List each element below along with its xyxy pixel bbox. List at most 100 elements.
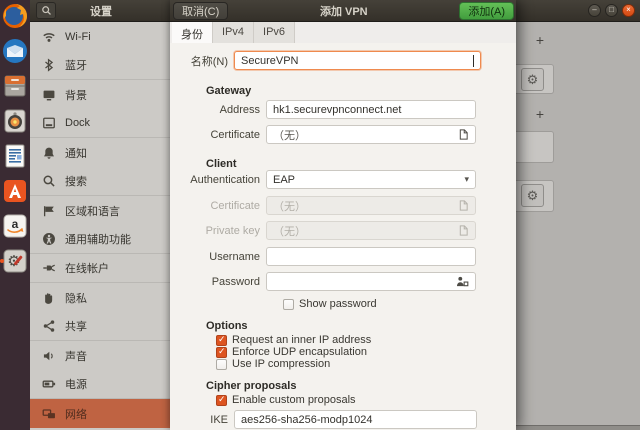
sidebar-item-bluetooth[interactable]: 蓝牙 bbox=[30, 51, 170, 80]
text-cursor bbox=[473, 54, 474, 67]
tab-identity[interactable]: 身份 bbox=[172, 22, 213, 43]
settings-headerbar-right: – □ × bbox=[516, 0, 640, 22]
network-panel-background: + ⚙ + ⚙ bbox=[516, 22, 640, 430]
dock: a ⚙ bbox=[0, 0, 30, 430]
network-row: ⚙ bbox=[516, 64, 554, 94]
checkbox-use-ip-compression[interactable]: Use IP compression bbox=[216, 358, 516, 370]
sidebar-item-dock[interactable]: Dock bbox=[30, 109, 170, 138]
sidebar-item-region-language[interactable]: 区域和语言 bbox=[30, 196, 170, 225]
sidebar-item-sharing[interactable]: 共享 bbox=[30, 312, 170, 341]
private-key-label: Private key bbox=[205, 224, 260, 237]
ike-input[interactable]: aes256-sha256-modp1024 bbox=[234, 410, 477, 429]
password-storage-icon[interactable] bbox=[456, 276, 469, 287]
sidebar-list: Wi-Fi 蓝牙 背景 Dock 通知 搜索 区域和语言 通用辅助功能 在线帐户 隐私 共享 声音 电源… bbox=[30, 22, 170, 430]
checkbox-box[interactable] bbox=[216, 358, 227, 370]
vpn-settings-button[interactable]: ⚙ bbox=[521, 68, 544, 91]
dock-firefox-icon[interactable] bbox=[1, 2, 29, 30]
minimize-button[interactable]: – bbox=[588, 4, 601, 17]
enable-custom-proposals-checkbox[interactable]: Enable custom proposals bbox=[216, 394, 516, 406]
vpn-form: 名称(N) SecureVPN Gateway Address hk1.secu… bbox=[170, 43, 516, 430]
network-row bbox=[516, 131, 554, 163]
add-vpn-dialog: 取消(C) 添加 VPN 添加(A) 身份 IPv4 IPv6 名称(N) Secu… bbox=[170, 0, 516, 430]
options-checkbox-list: Request an inner IP addressEnforce UDP e… bbox=[216, 334, 516, 370]
sidebar-item-background[interactable]: 背景 bbox=[30, 80, 170, 109]
sidebar-item-universal-access[interactable]: 通用辅助功能 bbox=[30, 225, 170, 254]
sidebar-item-online-accounts[interactable]: 在线帐户 bbox=[30, 254, 170, 283]
network-icon bbox=[42, 407, 56, 421]
dock-amazon-icon[interactable]: a bbox=[1, 212, 29, 240]
gateway-certificate-label: Certificate bbox=[210, 128, 260, 141]
settings-sidebar: 设置 Wi-Fi 蓝牙 背景 Dock 通知 搜索 区域和语言 通用辅助功能 在线帐户 隐私 共享声… bbox=[30, 0, 170, 430]
background-icon bbox=[42, 88, 56, 102]
dialog-tabbar: 身份 IPv4 IPv6 bbox=[170, 22, 516, 44]
sidebar-item-sound[interactable]: 声音 bbox=[30, 341, 170, 370]
checkbox-enforce-udp-encapsulation[interactable]: Enforce UDP encapsulation bbox=[216, 346, 516, 358]
sidebar-item-power[interactable]: 电源 bbox=[30, 370, 170, 399]
client-certificate-chooser: （无） bbox=[266, 196, 476, 215]
cancel-button[interactable]: 取消(C) bbox=[173, 1, 229, 20]
settings-window-background: – □ × + ⚙ + ⚙ bbox=[516, 0, 640, 430]
dock-system-settings-icon[interactable]: ⚙ bbox=[0, 247, 29, 275]
share-icon bbox=[42, 319, 56, 333]
sidebar-item-wifi[interactable]: Wi-Fi bbox=[30, 22, 170, 51]
tab-ipv4[interactable]: IPv4 bbox=[213, 22, 255, 43]
dock-rhythmbox-icon[interactable] bbox=[1, 107, 29, 135]
authentication-label: Authentication bbox=[190, 173, 260, 186]
dialog-title: 添加 VPN bbox=[319, 5, 368, 18]
checkbox-request-an-inner-ip-address[interactable]: Request an inner IP address bbox=[216, 334, 516, 346]
tab-ipv6[interactable]: IPv6 bbox=[254, 22, 296, 43]
show-password-checkbox[interactable]: Show password bbox=[283, 298, 516, 310]
dock-icon bbox=[42, 116, 56, 130]
add-connection-button[interactable]: + bbox=[533, 106, 547, 122]
add-button[interactable]: 添加(A) bbox=[459, 1, 514, 20]
network-row: ⚙ bbox=[516, 180, 554, 212]
client-certificate-label: Certificate bbox=[210, 199, 260, 212]
address-label: Address bbox=[219, 103, 260, 116]
accessibility-icon bbox=[42, 232, 56, 246]
notifications-icon bbox=[42, 146, 56, 160]
gear-icon: ⚙ bbox=[526, 187, 539, 203]
maximize-button[interactable]: □ bbox=[605, 4, 618, 17]
client-section-header: Client bbox=[206, 158, 237, 170]
svg-text:a: a bbox=[12, 217, 19, 231]
sidebar-item-search[interactable]: 搜索 bbox=[30, 167, 170, 196]
username-input[interactable] bbox=[266, 247, 476, 266]
name-input[interactable]: SecureVPN bbox=[234, 51, 481, 70]
file-chooser-icon bbox=[458, 225, 469, 236]
sidebar-item-privacy[interactable]: 隐私 bbox=[30, 283, 170, 312]
search-icon bbox=[42, 174, 56, 188]
search-button[interactable] bbox=[36, 2, 56, 19]
ike-label: IKE bbox=[210, 413, 228, 426]
dialog-headerbar: 取消(C) 添加 VPN 添加(A) bbox=[170, 0, 516, 22]
close-button[interactable]: × bbox=[622, 4, 635, 17]
dock-thunderbird-icon[interactable] bbox=[1, 37, 29, 65]
gateway-section-header: Gateway bbox=[206, 85, 252, 97]
sidebar-item-notifications[interactable]: 通知 bbox=[30, 138, 170, 167]
authentication-dropdown[interactable]: EAP ▾ bbox=[266, 170, 476, 189]
bluetooth-icon bbox=[42, 58, 56, 72]
add-vpn-button[interactable]: + bbox=[533, 32, 547, 48]
settings-window-title: 设置 bbox=[90, 5, 112, 18]
username-label: Username bbox=[209, 250, 260, 263]
checkbox-box[interactable] bbox=[283, 298, 294, 310]
sidebar-item-network[interactable]: 网络 bbox=[30, 399, 170, 428]
region-language-icon bbox=[42, 204, 56, 218]
power-icon bbox=[42, 377, 56, 391]
private-key-chooser: （无） bbox=[266, 221, 476, 240]
dock-files-icon[interactable] bbox=[1, 72, 29, 100]
gateway-address-input[interactable]: hk1.securevpnconnect.net bbox=[266, 100, 476, 119]
file-chooser-icon[interactable] bbox=[458, 129, 469, 140]
connection-settings-button[interactable]: ⚙ bbox=[521, 184, 544, 207]
gateway-certificate-chooser[interactable]: （无） bbox=[266, 125, 476, 144]
settings-headerbar-left: 设置 bbox=[30, 0, 170, 22]
password-input[interactable] bbox=[266, 272, 476, 291]
sound-icon bbox=[42, 349, 56, 363]
dock-ubuntu-software-icon[interactable] bbox=[1, 177, 29, 205]
search-icon bbox=[41, 5, 52, 16]
dock-libreoffice-writer-icon[interactable] bbox=[1, 142, 29, 170]
name-label: 名称(N) bbox=[190, 55, 228, 68]
checkbox-box[interactable] bbox=[216, 394, 227, 406]
checkbox-box[interactable] bbox=[216, 334, 227, 346]
window-controls: – □ × bbox=[588, 4, 635, 17]
checkbox-box[interactable] bbox=[216, 346, 227, 358]
